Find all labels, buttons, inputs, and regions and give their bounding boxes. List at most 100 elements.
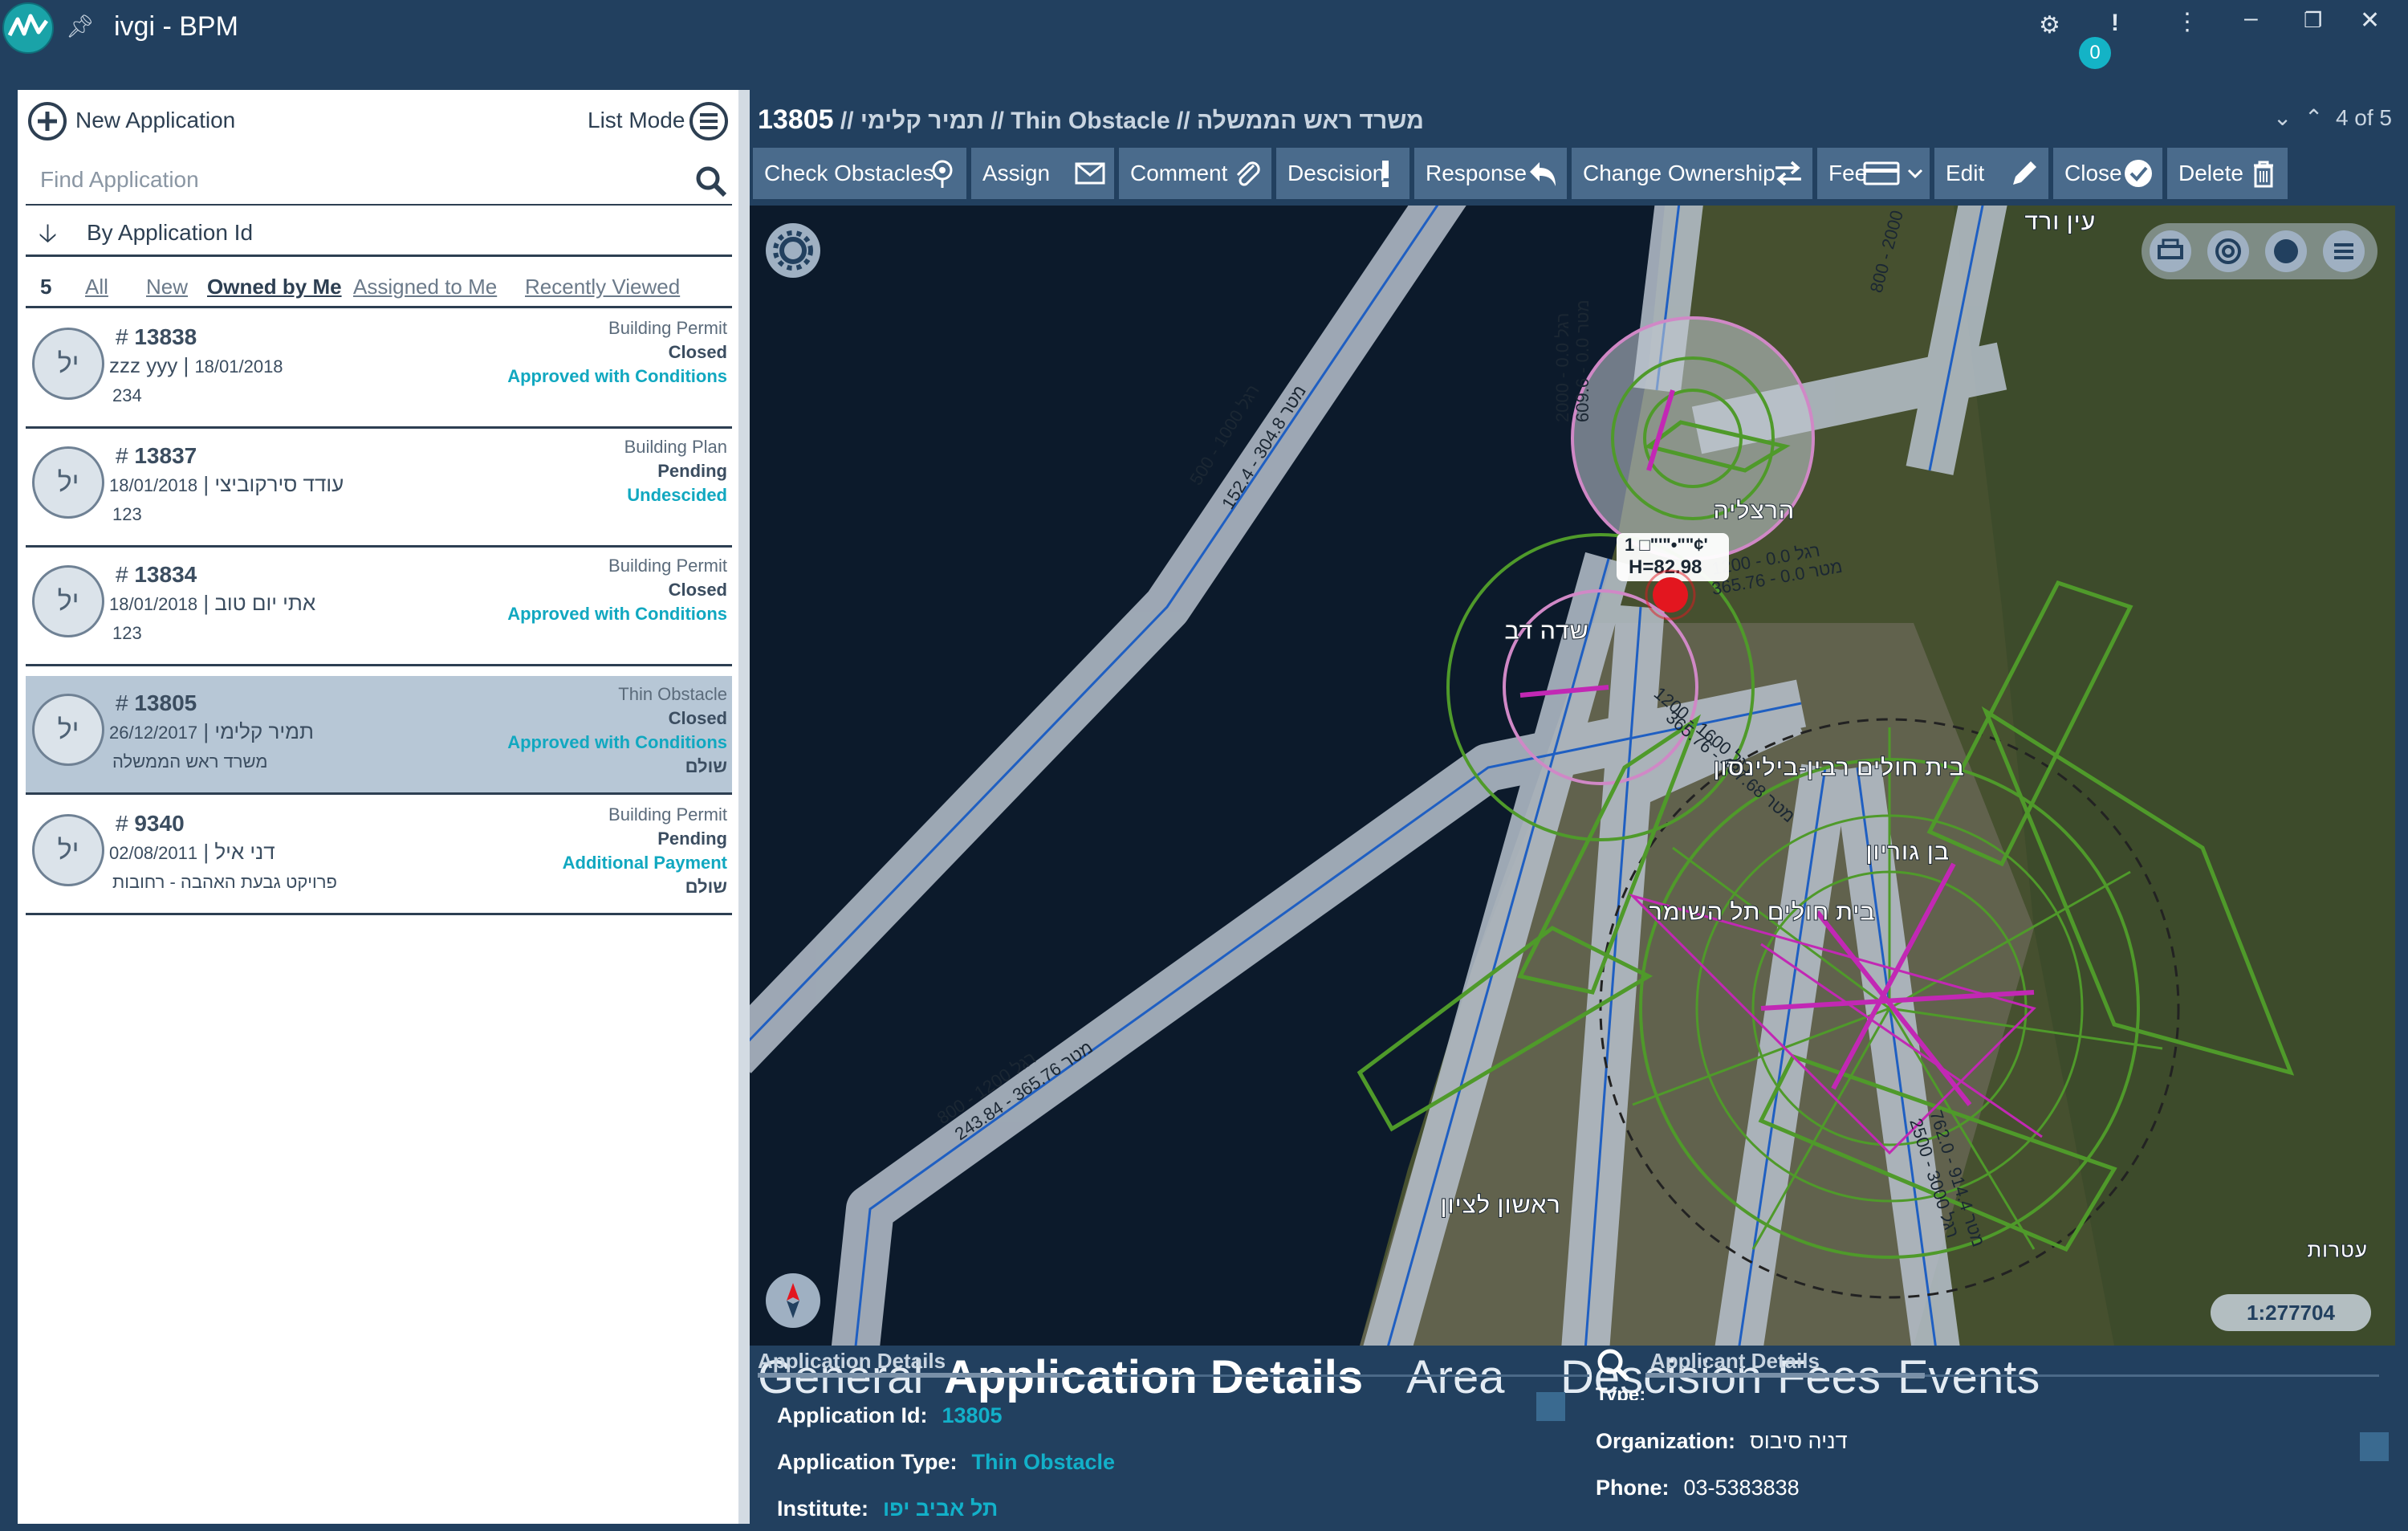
applicant-scrollbar-thumb[interactable]	[2360, 1432, 2389, 1461]
avatar: יל	[32, 565, 104, 637]
applications-panel: New Application List Mode 🡣 By Applicati…	[18, 90, 738, 1524]
application-date: 18/01/2018	[109, 475, 198, 495]
add-circle-icon[interactable]	[27, 101, 67, 141]
minimize-icon[interactable]: –	[2244, 5, 2258, 32]
map-canvas[interactable]: 500 - 1000 רגל מטר 304.8 - 152.4 800 - 1…	[750, 206, 2395, 1346]
applicant-line: עודד סירקוביצי | 18/01/2018	[109, 472, 344, 496]
application-type: Building Permit	[608, 804, 727, 825]
menu-icon[interactable]	[689, 101, 729, 141]
change-ownership-button[interactable]: Change Ownership	[1572, 148, 1812, 199]
sort-down-arrow-icon[interactable]: 🡣	[39, 215, 57, 259]
paperclip-icon	[1236, 161, 1260, 186]
application-list-item[interactable]: יל # 13834 אתי יום טוב | 18/01/2018 123 …	[26, 548, 732, 666]
globe-icon[interactable]	[2264, 229, 2308, 274]
comment-label: Comment	[1130, 161, 1228, 185]
check-obstacles-button[interactable]: Check Obstacles	[753, 148, 966, 199]
organization-field: Organization: דניה סיבוס	[1596, 1429, 1848, 1454]
print-icon[interactable]	[2148, 229, 2193, 274]
application-id: # 13838	[116, 324, 197, 349]
applicant-details-title: Applicant Details	[1650, 1349, 1820, 1373]
map-tools-group	[2142, 223, 2377, 279]
sort-row[interactable]: 🡣 By Application Id	[26, 207, 732, 257]
envelope-icon	[1075, 162, 1105, 185]
descision-button[interactable]: Descision	[1276, 148, 1409, 199]
target-icon[interactable]	[2206, 229, 2251, 274]
assign-label: Assign	[982, 161, 1051, 185]
application-type: Building Permit	[608, 556, 727, 576]
application-date: 02/08/2011	[109, 843, 198, 863]
swap-arrows-icon	[1775, 161, 1801, 186]
place-label: שדה דב	[1504, 618, 1588, 645]
tab-area[interactable]: Area	[1406, 1350, 1505, 1404]
list-mode-button[interactable]: List Mode	[588, 108, 685, 133]
sort-label[interactable]: By Application Id	[87, 220, 253, 246]
response-button[interactable]: Response	[1414, 148, 1567, 199]
application-date: 18/01/2018	[109, 594, 198, 614]
application-decision: Approved with Conditions	[507, 366, 727, 386]
application-status: Pending	[657, 461, 727, 481]
delete-button[interactable]: Delete	[2167, 148, 2288, 199]
panel-splitter[interactable]	[738, 90, 750, 1524]
application-decision: Approved with Conditions	[507, 732, 727, 752]
assign-button[interactable]: Assign	[971, 148, 1114, 199]
restore-icon[interactable]: ❐	[2304, 8, 2322, 33]
pin-icon[interactable]: 📌︎	[66, 13, 95, 39]
application-id-field: Application Id: 13805	[777, 1403, 1003, 1428]
close-window-icon[interactable]: ✕	[2360, 6, 2380, 35]
phone-value: 03-5383838	[1683, 1476, 1800, 1500]
search-icon[interactable]	[695, 165, 727, 197]
institute-value: תל אביב יפו	[883, 1496, 999, 1521]
delete-label: Delete	[2178, 161, 2243, 185]
alert-icon[interactable]: !	[2111, 10, 2119, 37]
compass-icon[interactable]	[764, 1272, 822, 1329]
institute-label: Institute:	[777, 1496, 868, 1521]
application-id-value: 13837	[134, 443, 197, 468]
details-scrollbar-thumb[interactable]	[1536, 1392, 1565, 1421]
place-label: בן גוריון	[1865, 839, 1949, 865]
pager: ⌄ ⌃ 4 of 5	[2273, 104, 2392, 131]
new-application-button[interactable]: New Application	[75, 108, 235, 133]
close-application-button[interactable]: Close	[2053, 148, 2162, 199]
app-logo-icon	[2, 2, 54, 54]
application-subtitle: 234	[112, 385, 142, 405]
next-down-chevron-icon[interactable]: ⌄	[2273, 105, 2292, 130]
filter-all[interactable]: All	[85, 275, 108, 299]
more-vertical-icon[interactable]: ⋮	[2175, 8, 2199, 36]
applicant-type-field: Type:	[1596, 1384, 1645, 1400]
application-list-item[interactable]: יל # 9340 דני איל | 02/08/2011 פרויקט גב…	[26, 796, 732, 915]
notification-count-badge[interactable]: 0	[2079, 37, 2111, 69]
application-list-item[interactable]: יל # 13837 עודד סירקוביצי | 18/01/2018 1…	[26, 429, 732, 548]
application-list-item-selected[interactable]: יל # 13805 תמיר קלימי | 26/12/2017 משרד …	[26, 676, 732, 795]
fee-dropdown-button[interactable]: Fee	[1817, 148, 1930, 199]
layers-menu-icon[interactable]	[2321, 229, 2366, 274]
settings-gear-icon[interactable]: ⚙	[2039, 11, 2060, 39]
application-list-item[interactable]: יל # 13838 zzz yyy | 18/01/2018 234 Buil…	[26, 310, 732, 429]
map-scale[interactable]: 1:277704	[2211, 1294, 2371, 1331]
application-type-value: Thin Obstacle	[971, 1450, 1116, 1474]
search-input[interactable]	[26, 156, 684, 204]
close-label: Close	[2064, 161, 2122, 185]
application-details-title: Application Details	[758, 1349, 946, 1373]
filter-owned-by-me[interactable]: Owned by Me	[207, 275, 342, 299]
phone-label: Phone:	[1596, 1476, 1670, 1500]
map-settings-gear-icon[interactable]	[764, 222, 822, 279]
application-date: 26/12/2017	[109, 723, 198, 743]
filter-new[interactable]: New	[146, 275, 188, 299]
filter-assigned-to-me[interactable]: Assigned to Me	[353, 275, 497, 299]
filter-recently-viewed[interactable]: Recently Viewed	[525, 275, 680, 299]
application-id: # 9340	[116, 811, 185, 836]
application-date: 18/01/2018	[194, 356, 283, 377]
obstacle-map[interactable]: 500 - 1000 רגל מטר 304.8 - 152.4 800 - 1…	[750, 206, 2395, 1346]
prev-up-chevron-icon[interactable]: ⌃	[2304, 105, 2323, 130]
application-type-label: Application Type:	[777, 1450, 958, 1474]
applicant-line: דני איל | 02/08/2011	[109, 840, 275, 864]
application-id-value: 13805	[942, 1403, 1003, 1427]
avatar: יל	[32, 694, 104, 766]
comment-button[interactable]: Comment	[1119, 148, 1271, 199]
edit-button[interactable]: Edit	[1934, 148, 2048, 199]
application-decision: Additional Payment	[562, 853, 727, 873]
application-decision: Undescided	[627, 485, 727, 505]
organization-label: Organization:	[1596, 1429, 1735, 1453]
applicant-search-icon[interactable]	[1596, 1347, 1631, 1382]
applicant-name: עודד סירקוביצי	[214, 472, 344, 496]
